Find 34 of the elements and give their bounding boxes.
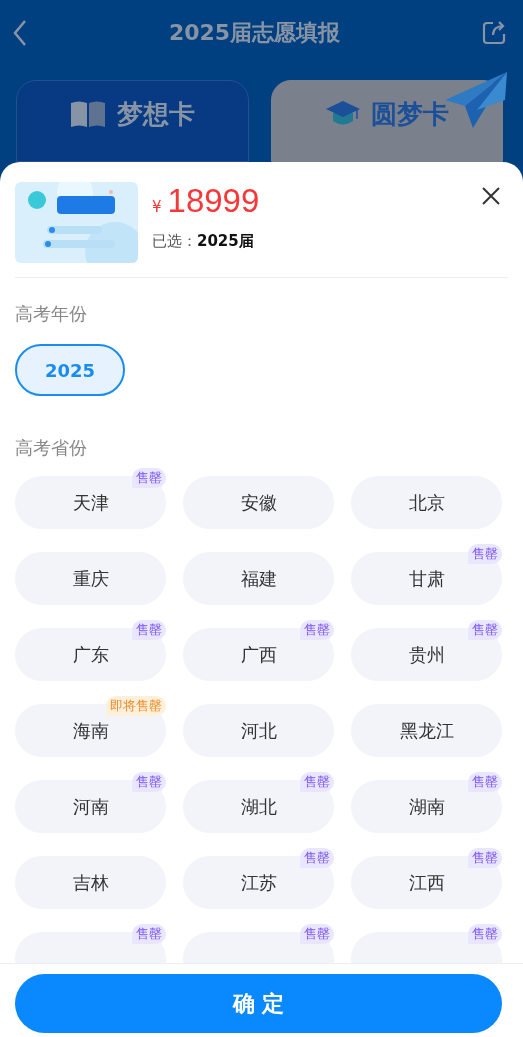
province-option[interactable]: 安徽	[183, 476, 334, 529]
stock-badge: 售罄	[132, 772, 166, 792]
selected-label: 已选：	[152, 232, 197, 251]
stock-badge: 售罄	[300, 848, 334, 868]
province-option[interactable]: 吉林	[15, 856, 166, 909]
price: 18999	[167, 182, 260, 220]
province-option[interactable]: 黑龙江	[351, 704, 502, 757]
stock-badge: 售罄	[300, 620, 334, 640]
province-option[interactable]: 重庆	[15, 552, 166, 605]
stock-badge: 售罄	[300, 772, 334, 792]
province-option[interactable]: 北京	[351, 476, 502, 529]
stock-badge: 售罄	[468, 620, 502, 640]
stock-badge: 售罄	[132, 620, 166, 640]
province-option[interactable]: 河北	[183, 704, 334, 757]
stock-badge: 售罄	[468, 544, 502, 564]
section-title: 高考年份	[15, 302, 88, 326]
confirm-button[interactable]: 确 定	[15, 974, 502, 1033]
stock-badge: 售罄	[468, 848, 502, 868]
share-icon[interactable]	[481, 20, 507, 46]
stock-badge: 售罄	[132, 468, 166, 488]
back-icon[interactable]	[12, 19, 28, 47]
stock-badge: 售罄	[468, 772, 502, 792]
stock-badge: 售罄	[468, 924, 502, 944]
close-icon[interactable]	[481, 186, 501, 206]
card-tab[interactable]: 梦想卡	[16, 80, 249, 162]
book-icon	[69, 100, 108, 128]
province-option[interactable]: 福建	[183, 552, 334, 605]
stock-badge: 售罄	[300, 924, 334, 944]
currency-symbol: ¥	[152, 198, 162, 216]
section-title: 高考省份	[15, 436, 88, 460]
stock-badge: 售罄	[132, 924, 166, 944]
selected-value: 2025届	[197, 232, 254, 251]
page-title: 2025届志愿填报	[168, 19, 341, 47]
stock-badge: 即将售罄	[106, 696, 166, 716]
